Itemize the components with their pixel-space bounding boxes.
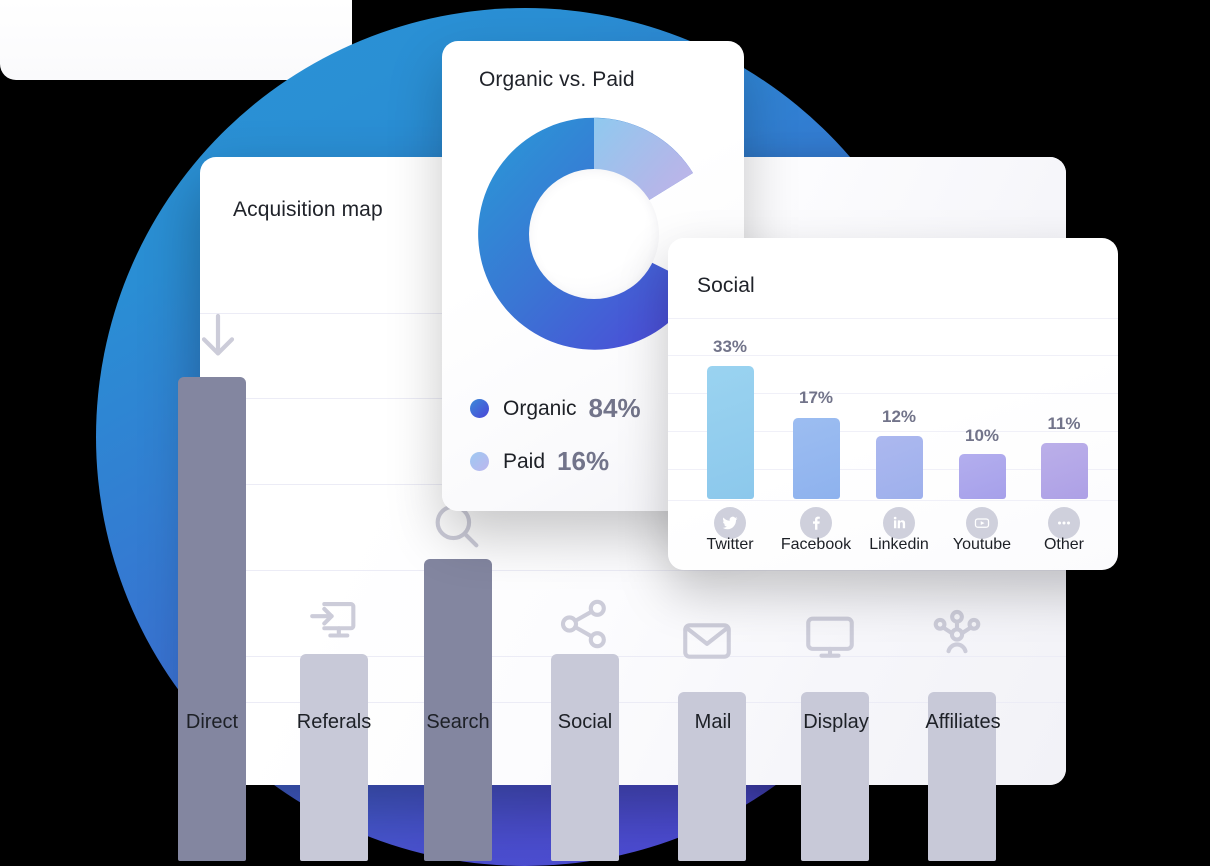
donut-center-hole [529,169,659,299]
social-value-linkedin: 12% [881,407,917,426]
acquisition-card-title: Acquisition map [233,198,383,221]
share-icon [555,595,613,658]
social-card-title: Social [697,274,755,297]
social-label-youtube: Youtube [952,536,1012,553]
acq-label-direct: Direct [185,711,239,733]
acq-label-mail: Mail [694,711,732,733]
social-gridline [668,500,1118,501]
social-value-other: 11% [1047,414,1081,433]
social-label-facebook: Facebook [780,536,852,553]
acq-label-display: Display [803,711,869,733]
acq-bar-search[interactable] [424,559,492,861]
social-bar-twitter[interactable] [707,366,754,499]
legend-label-paid: Paid [503,449,546,473]
social-label-twitter: Twitter [706,536,754,553]
legend-row-organic[interactable]: Organic 84% [470,393,641,424]
twitter-icon[interactable] [714,507,746,539]
social-value-facebook: 17% [798,388,834,407]
illustration-root: Direct Referals Search Social Mail Displ… [0,0,1210,866]
arrow-down-icon [190,309,246,370]
referral-screen-icon [305,592,363,655]
youtube-icon[interactable] [966,507,998,539]
bottom-overflow-card [0,0,352,80]
acq-bar-social[interactable] [551,654,619,861]
legend-value-paid: 16% [557,446,610,476]
social-bar-linkedin[interactable] [876,436,923,499]
affiliates-network-icon [928,604,986,667]
legend-label-organic: Organic [503,396,577,420]
social-gridline [668,318,1118,319]
social-label-linkedin: Linkedin [869,536,929,553]
acq-label-social: Social [557,711,613,733]
social-value-youtube: 10% [964,426,1000,445]
social-bar-facebook[interactable] [793,418,840,499]
facebook-icon[interactable] [800,507,832,539]
mail-icon [678,612,736,675]
acq-label-search: Search [426,711,490,733]
acq-label-affiliates: Affiliates [925,711,1001,733]
social-value-twitter: 33% [712,337,748,356]
display-monitor-icon [801,609,859,672]
acq-bar-direct[interactable] [178,377,246,861]
acq-bar-referals[interactable] [300,654,368,861]
legend-row-paid[interactable]: Paid 16% [470,446,609,477]
social-label-other: Other [1043,536,1084,553]
social-bar-youtube[interactable] [959,454,1006,499]
social-bar-other[interactable] [1041,443,1088,499]
linkedin-icon[interactable] [883,507,915,539]
gridline [200,570,1066,571]
acq-label-referals: Referals [296,711,372,733]
organic-vs-paid-title: Organic vs. Paid [479,68,635,91]
legend-value-organic: 84% [588,393,641,423]
ellipsis-icon[interactable] [1048,507,1080,539]
legend-dot-paid [470,452,489,471]
legend-dot-organic [470,399,489,418]
